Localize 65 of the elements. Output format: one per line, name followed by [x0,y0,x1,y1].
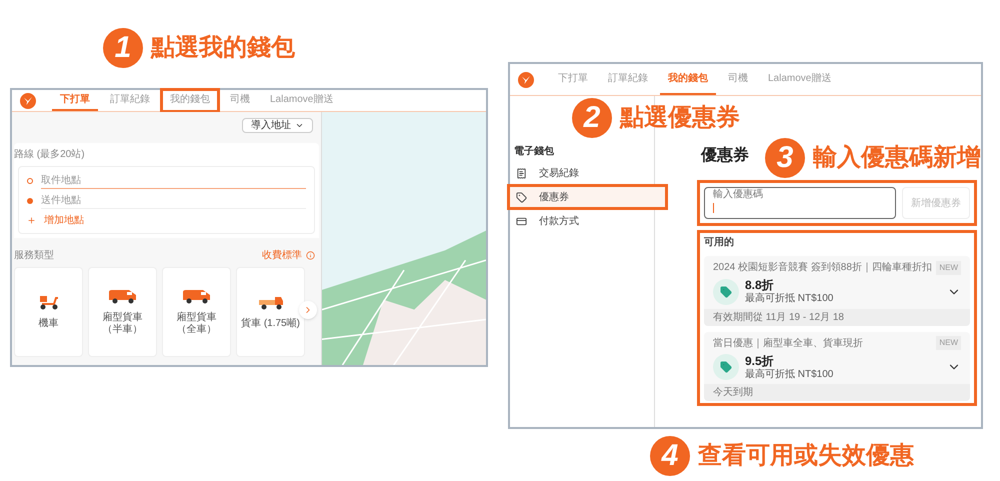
nav-tab[interactable]: 司機 [222,90,258,111]
add-stop-button[interactable]: 增加地點 [27,211,306,229]
vehicle-name: 廂型貨車（半車） [102,312,144,336]
coupon-tag-icon [713,354,739,380]
new-badge: NEW [936,336,961,350]
service-type-label: 服務類型 [14,248,54,263]
sidebar-item[interactable]: 付款方式 [510,211,650,231]
pricing-link[interactable]: 收費標準 [262,248,302,263]
step-number-badge: 1 [103,28,143,68]
coupon-title: 2024 校園短影音競賽 簽到領88折｜四輪車種折扣 [713,260,932,275]
section-label: 可用的 [704,236,735,250]
nav-tab[interactable]: 訂單紀錄 [102,90,158,111]
logo-icon [518,72,534,88]
step-caption: 點選優惠券 [620,106,740,130]
vehicle-name: 貨車 (1.75噸) [241,318,300,330]
discount-value: 8.8折 [745,278,775,292]
info-icon [306,251,315,260]
nav-tab[interactable]: Lalamove贈送 [760,64,840,95]
nav-tab[interactable]: 司機 [720,64,756,95]
nav-tab[interactable]: Lalamove贈送 [262,90,342,111]
discount-cap: 最高可折抵 NT$100 [745,368,834,381]
step-number-badge: 4 [650,436,690,476]
validity-text: 今天到期 [704,384,970,401]
next-arrow-button[interactable] [299,301,317,319]
nav-tab[interactable]: 我的錢包 [162,90,218,111]
plus-icon [27,216,36,224]
step-caption: 查看可用或失效優惠 [698,444,914,468]
credit-card-icon [516,216,527,226]
nav-tab[interactable]: 下打單 [550,64,596,95]
tag-icon [516,192,527,202]
nav-tab[interactable]: 訂單紀錄 [600,64,656,95]
coupon-title: 當日優惠｜廂型車全車、貨車現折 [713,336,863,350]
chevron-down-icon [295,121,304,130]
vehicle-card[interactable]: 廂型貨車（半車） [88,267,157,357]
dropoff-pin-icon [27,198,33,204]
coupon-card[interactable]: 當日優惠｜廂型車全車、貨車現折 NEW 9.5折 最高可折抵 NT$100 今天到期 [704,332,970,401]
validity-text: 有效期間從 11月 19 - 12月 18 [704,308,970,326]
van-icon [106,288,138,304]
sidebar-item[interactable]: 交易紀錄 [510,163,650,183]
coupon-code-field[interactable]: 輸入優惠碼 [704,187,896,219]
step-caption: 輸入優惠碼新增 [813,146,981,170]
sidebar-item[interactable]: 優惠券 [510,187,665,207]
vehicle-name: 廂型貨車（全車） [176,312,218,336]
van-icon [180,288,212,304]
vehicle-card[interactable]: 貨車 (1.75噸) [236,267,305,357]
scooter-icon [38,294,60,310]
nav-tab[interactable]: 我的錢包 [660,64,716,95]
text-cursor [713,202,714,212]
sidebar-heading: 電子錢包 [513,144,555,159]
coupon-card[interactable]: 2024 校園短影音競賽 簽到領88折｜四輪車種折扣 NEW 8.8折 最高可折抵 NT$100 有效期間從 11月 19 - 12月 18 [704,256,970,326]
logo-icon [20,92,36,108]
step-caption: 點選我的錢包 [151,36,295,60]
vehicle-name: 機車 [38,318,58,330]
field-label: 輸入優惠碼 [713,189,764,202]
import-address-button[interactable]: 導入地址 [242,118,313,133]
address-input[interactable]: 取件地點 [41,173,306,189]
coupon-tag-icon [713,278,739,305]
receipt-icon [516,168,527,178]
discount-value: 9.5折 [745,354,775,368]
new-badge: NEW [936,260,961,274]
vehicle-card[interactable]: 機車 [14,267,83,357]
discount-cap: 最高可折抵 NT$100 [745,293,834,306]
page-title: 優惠券 [701,148,749,164]
vehicle-card[interactable]: 廂型貨車（全車） [162,267,231,357]
route-label: 路線 (最多20站) [14,148,86,162]
